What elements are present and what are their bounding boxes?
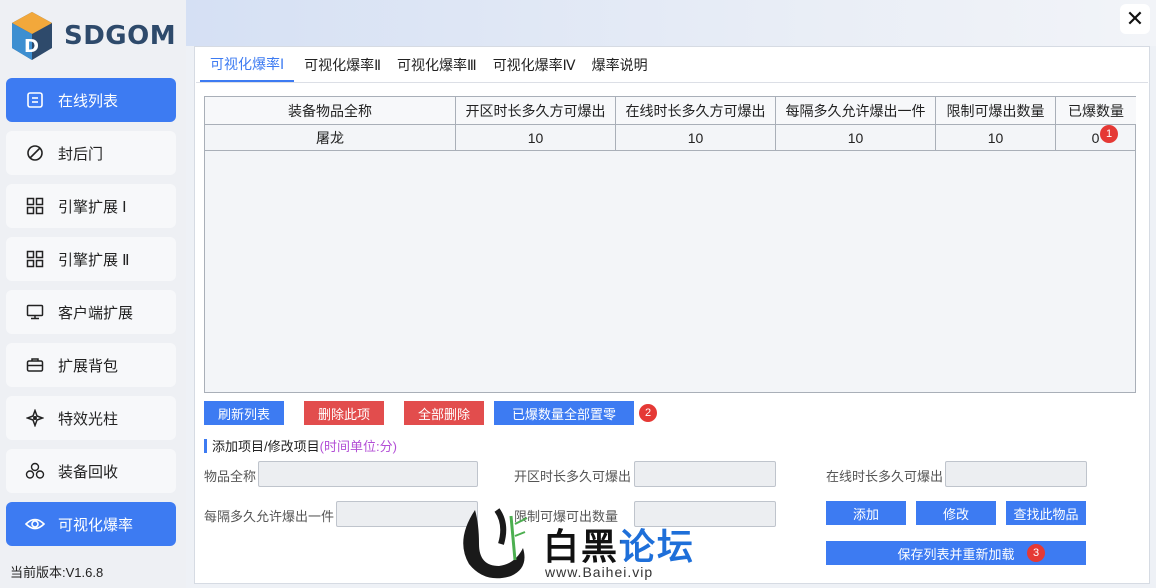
column-header[interactable]: 装备物品全称 xyxy=(205,97,456,125)
sidebar-item-label: 扩展背包 xyxy=(58,357,119,375)
grid-icon xyxy=(24,248,46,270)
table-cell[interactable]: 屠龙 xyxy=(205,125,456,151)
sidebar-item-label: 客户端扩展 xyxy=(58,304,134,322)
sidebar: D SDGOM 在线列表 封后门 引擎扩展 Ⅰ 引擎扩展 Ⅱ 客户端扩展 扩展背… xyxy=(0,0,186,588)
add-button[interactable]: 添加 xyxy=(826,501,906,525)
refresh-list-button[interactable]: 刷新列表 xyxy=(204,401,284,425)
column-header[interactable]: 限制可爆出数量 xyxy=(936,97,1056,125)
table-cell[interactable]: 10 xyxy=(776,125,936,151)
delete-item-button[interactable]: 删除此项 xyxy=(304,401,384,425)
sidebar-item-engine-ext-2[interactable]: 引擎扩展 Ⅱ xyxy=(6,237,176,281)
tab-bar: 可视化爆率Ⅰ 可视化爆率Ⅱ 可视化爆率Ⅲ 可视化爆率Ⅳ 爆率说明 xyxy=(200,48,658,82)
column-header[interactable]: 已爆数量 xyxy=(1056,97,1136,125)
drop-rate-table[interactable]: 装备物品全称 开区时长多久方可爆出 在线时长多久方可爆出 每隔多久允许爆出一件 … xyxy=(204,96,1136,393)
sidebar-item-backpack[interactable]: 扩展背包 xyxy=(6,343,176,387)
close-button[interactable]: ✕ xyxy=(1120,4,1150,34)
tab-visual-rate-1[interactable]: 可视化爆率Ⅰ xyxy=(200,48,295,82)
sidebar-item-engine-ext-1[interactable]: 引擎扩展 Ⅰ xyxy=(6,184,176,228)
header-bar xyxy=(186,0,1156,46)
sidebar-item-label: 引擎扩展 Ⅱ xyxy=(58,251,130,269)
sidebar-item-label: 装备回收 xyxy=(58,463,119,481)
find-item-button[interactable]: 查找此物品 xyxy=(1006,501,1086,525)
sidebar-item-label: 封后门 xyxy=(58,145,104,163)
tab-visual-rate-2[interactable]: 可视化爆率Ⅱ xyxy=(298,48,387,82)
sidebar-item-backdoor[interactable]: 封后门 xyxy=(6,131,176,175)
grid-icon xyxy=(24,195,46,217)
sidebar-item-light-pillar[interactable]: 特效光柱 xyxy=(6,396,176,440)
watermark-title: 白黑论坛 xyxy=(543,526,696,567)
item-name-input[interactable] xyxy=(258,461,478,487)
sidebar-item-visual-drop-rate[interactable]: 可视化爆率 xyxy=(6,502,176,546)
column-header[interactable]: 在线时长多久方可爆出 xyxy=(616,97,776,125)
tab-visual-rate-4[interactable]: 可视化爆率Ⅳ xyxy=(487,48,582,82)
watermark: 白黑论坛 www.Baihei.vip xyxy=(455,500,705,585)
column-header[interactable]: 开区时长多久方可爆出 xyxy=(456,97,616,125)
step-badge: 3 xyxy=(1027,544,1045,562)
table-cell[interactable]: 10 xyxy=(456,125,616,151)
logo-icon: D xyxy=(8,10,56,62)
recycle-icon xyxy=(24,460,46,482)
item-name-label: 物品全称 xyxy=(204,469,257,484)
modify-button[interactable]: 修改 xyxy=(916,501,996,525)
table-cell[interactable]: 0 xyxy=(1056,125,1136,151)
form-section-title: 添加项目/修改项目 (时间单位:分) xyxy=(204,436,397,455)
open-time-label: 开区时长多久可爆出 xyxy=(514,469,632,484)
tab-rate-info[interactable]: 爆率说明 xyxy=(586,48,654,82)
app-logo: D SDGOM xyxy=(8,10,176,62)
briefcase-icon xyxy=(24,354,46,376)
interval-label: 每隔多久允许爆出一件 xyxy=(204,509,335,524)
sidebar-item-label: 特效光柱 xyxy=(58,410,119,428)
sidebar-item-recycle[interactable]: 装备回收 xyxy=(6,449,176,493)
list-icon xyxy=(24,89,46,111)
sidebar-item-label: 引擎扩展 Ⅰ xyxy=(58,198,127,216)
logo-text: SDGOM xyxy=(64,21,177,51)
table-cell[interactable]: 10 xyxy=(936,125,1056,151)
close-icon: ✕ xyxy=(1125,6,1145,31)
column-header[interactable]: 每隔多久允许爆出一件 xyxy=(776,97,936,125)
version-label: 当前版本:V1.6.8 xyxy=(10,565,104,580)
table-cell[interactable]: 10 xyxy=(616,125,776,151)
online-time-input[interactable] xyxy=(945,461,1087,487)
sidebar-item-label: 可视化爆率 xyxy=(58,516,134,534)
section-note: (时间单位:分) xyxy=(319,439,397,454)
sidebar-item-client-ext[interactable]: 客户端扩展 xyxy=(6,290,176,334)
step-badge: 1 xyxy=(1100,125,1118,143)
tab-divider xyxy=(196,82,1148,83)
svg-text:D: D xyxy=(24,36,39,57)
monitor-icon xyxy=(24,301,46,323)
sidebar-item-online-list[interactable]: 在线列表 xyxy=(6,78,176,122)
section-marker xyxy=(204,438,207,453)
tab-visual-rate-3[interactable]: 可视化爆率Ⅲ xyxy=(391,48,483,82)
watermark-url: www.Baihei.vip xyxy=(545,564,654,580)
sparkle-icon xyxy=(24,407,46,429)
step-badge: 2 xyxy=(639,404,657,422)
eye-icon xyxy=(24,513,46,535)
save-reload-button[interactable]: 保存列表并重新加载 xyxy=(826,541,1086,565)
open-time-input[interactable] xyxy=(634,461,776,487)
online-time-label: 在线时长多久可爆出 xyxy=(826,469,944,484)
sidebar-item-label: 在线列表 xyxy=(58,92,119,110)
reset-count-button[interactable]: 已爆数量全部置零 xyxy=(494,401,634,425)
section-title: 添加项目/修改项目 xyxy=(212,439,320,454)
ban-icon xyxy=(24,142,46,164)
delete-all-button[interactable]: 全部删除 xyxy=(404,401,484,425)
